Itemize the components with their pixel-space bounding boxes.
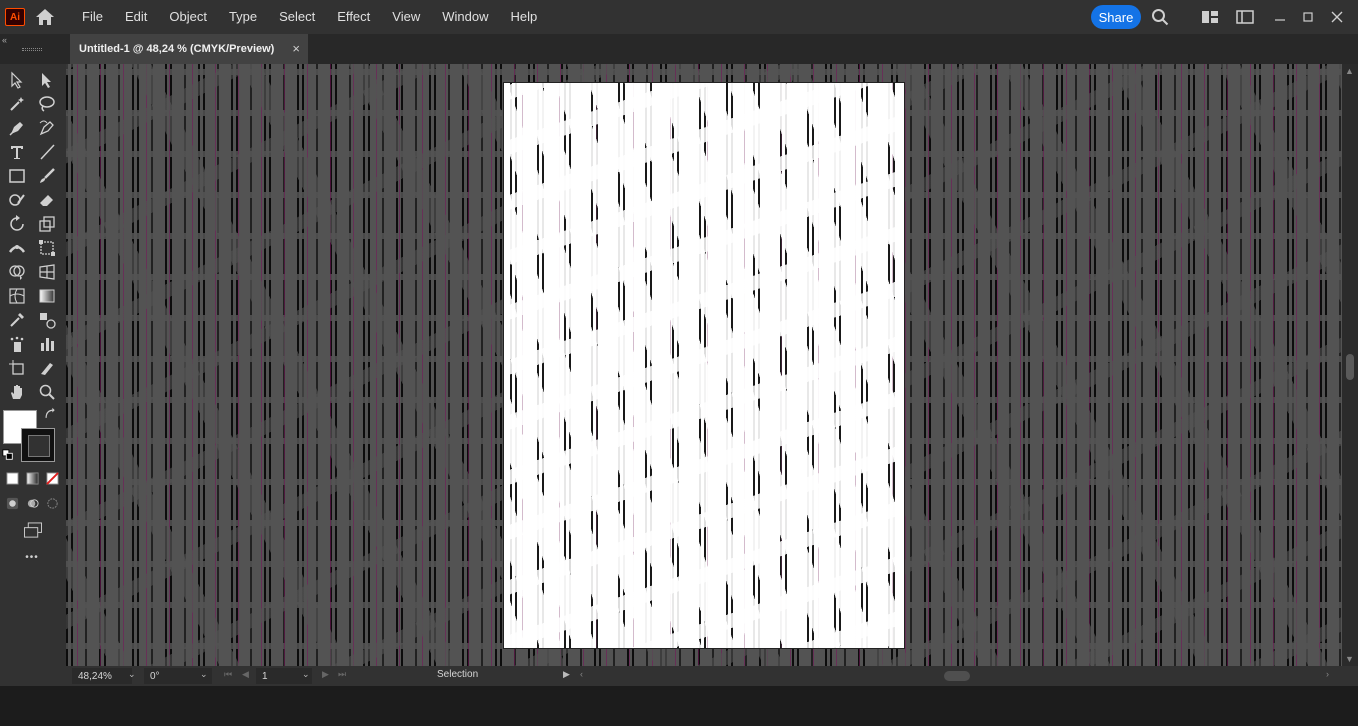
rectangle-tool-icon[interactable] — [6, 165, 28, 187]
color-mode-icon[interactable] — [3, 469, 21, 487]
previous-artboard-icon[interactable]: ◀ — [242, 669, 249, 680]
eyedropper-tool-icon[interactable] — [6, 309, 28, 331]
illustrator-logo: Ai — [5, 8, 25, 26]
status-bar: 48,24% ⌄ 0° ⌄ ⏮ ◀ 1 ⌄ ▶ ⏭ Selection ▶ ‹ … — [66, 666, 1358, 686]
minimize-button[interactable] — [1270, 7, 1290, 27]
scale-tool-icon[interactable] — [36, 213, 58, 235]
horizontal-scrollbar[interactable] — [584, 670, 1336, 682]
close-window-button[interactable] — [1327, 7, 1347, 27]
menu-window[interactable]: Window — [431, 0, 499, 34]
arrange-documents-button[interactable] — [1200, 7, 1220, 27]
menu-view[interactable]: View — [381, 0, 431, 34]
pen-tool-icon[interactable] — [6, 117, 28, 139]
menu-edit[interactable]: Edit — [114, 0, 158, 34]
artboard-pattern-layer — [504, 83, 904, 648]
workspace-icon — [1236, 10, 1254, 24]
canvas[interactable] — [66, 64, 1342, 666]
menu-select[interactable]: Select — [268, 0, 326, 34]
selection-tool-icon[interactable] — [6, 69, 28, 91]
home-button[interactable] — [33, 5, 57, 29]
minimize-icon — [1275, 19, 1285, 21]
taskbar-area — [0, 686, 1358, 726]
width-tool-icon[interactable] — [6, 237, 28, 259]
maximize-button[interactable] — [1298, 7, 1318, 27]
menu-type[interactable]: Type — [218, 0, 268, 34]
zoom-dropdown-icon[interactable]: ⌄ — [128, 669, 136, 680]
draw-normal-icon[interactable] — [3, 494, 21, 512]
direct-selection-tool-icon[interactable] — [36, 69, 58, 91]
first-artboard-icon[interactable]: ⏮ — [224, 669, 232, 680]
rotation-value: 0° — [150, 670, 160, 682]
vertical-scroll-thumb[interactable] — [1346, 354, 1354, 380]
artboard-dropdown-icon[interactable]: ⌄ — [302, 669, 310, 680]
close-icon — [1331, 11, 1343, 23]
workspace-switcher-button[interactable] — [1235, 7, 1255, 27]
gradient-tool-icon[interactable] — [36, 285, 58, 307]
eraser-tool-icon[interactable] — [36, 189, 58, 211]
magic-wand-tool-icon[interactable] — [6, 93, 28, 115]
search-button[interactable] — [1150, 7, 1170, 27]
home-icon — [36, 9, 54, 25]
shaper-tool-icon[interactable] — [6, 189, 28, 211]
menu-effect[interactable]: Effect — [326, 0, 381, 34]
draw-behind-icon[interactable] — [23, 494, 41, 512]
panel-grip[interactable] — [22, 48, 42, 51]
curvature-tool-icon[interactable] — [36, 117, 58, 139]
menu-bar: Ai File Edit Object Type Select Effect V… — [0, 0, 1358, 34]
maximize-icon — [1303, 12, 1313, 22]
vertical-scrollbar[interactable]: ▲ ▼ — [1342, 64, 1358, 666]
stroke-color-swatch[interactable] — [21, 428, 55, 462]
close-tab-icon[interactable]: × — [292, 42, 300, 56]
menu-help[interactable]: Help — [499, 0, 548, 34]
artboard-number-value: 1 — [262, 670, 268, 682]
artboard[interactable] — [504, 83, 904, 648]
scroll-up-icon[interactable]: ▲ — [1345, 66, 1354, 76]
slice-tool-icon[interactable] — [36, 357, 58, 379]
screen-mode-icon[interactable] — [20, 519, 46, 541]
menu-object[interactable]: Object — [158, 0, 218, 34]
search-icon — [1152, 9, 1169, 26]
mesh-tool-icon[interactable] — [6, 285, 28, 307]
collapse-panels-icon[interactable]: « — [2, 35, 7, 45]
symbol-sprayer-tool-icon[interactable] — [6, 333, 28, 355]
default-fill-stroke-icon[interactable] — [1, 448, 15, 462]
document-tab[interactable]: Untitled-1 @ 48,24 % (CMYK/Preview) × — [70, 34, 308, 64]
edit-toolbar-icon[interactable]: ••• — [20, 549, 44, 565]
lasso-tool-icon[interactable] — [36, 93, 58, 115]
status-menu-icon[interactable]: ▶ — [563, 669, 570, 680]
swap-fill-stroke-icon[interactable] — [42, 406, 58, 422]
rotation-dropdown-icon[interactable]: ⌄ — [200, 669, 208, 680]
document-tab-bar: « Untitled-1 @ 48,24 % (CMYK/Preview) × — [0, 34, 1358, 64]
share-button[interactable]: Share — [1091, 5, 1141, 29]
arrange-documents-icon — [1202, 11, 1218, 23]
zoom-tool-icon[interactable] — [36, 381, 58, 403]
zoom-level-field[interactable]: 48,24% — [72, 668, 132, 684]
none-mode-icon[interactable] — [43, 469, 61, 487]
shape-builder-tool-icon[interactable] — [6, 261, 28, 283]
blend-tool-icon[interactable] — [36, 309, 58, 331]
tools-panel: ••• — [0, 64, 66, 686]
horizontal-scroll-thumb[interactable] — [944, 671, 970, 681]
free-transform-tool-icon[interactable] — [36, 237, 58, 259]
hand-tool-icon[interactable] — [6, 381, 28, 403]
scroll-left-icon[interactable]: ‹ — [580, 669, 583, 679]
column-graph-tool-icon[interactable] — [36, 333, 58, 355]
line-segment-tool-icon[interactable] — [36, 141, 58, 163]
gradient-mode-icon[interactable] — [23, 469, 41, 487]
last-artboard-icon[interactable]: ⏭ — [338, 669, 346, 680]
perspective-grid-tool-icon[interactable] — [36, 261, 58, 283]
menu-file[interactable]: File — [71, 0, 114, 34]
type-tool-icon[interactable] — [6, 141, 28, 163]
scroll-down-icon[interactable]: ▼ — [1345, 654, 1354, 664]
rotate-tool-icon[interactable] — [6, 213, 28, 235]
artboard-tool-icon[interactable] — [6, 357, 28, 379]
zoom-level-value: 48,24% — [78, 670, 112, 682]
scroll-right-icon[interactable]: › — [1326, 669, 1329, 679]
document-tab-title: Untitled-1 @ 48,24 % (CMYK/Preview) — [79, 43, 275, 55]
next-artboard-icon[interactable]: ▶ — [322, 669, 329, 680]
main-menu: File Edit Object Type Select Effect View… — [71, 0, 548, 34]
draw-inside-icon[interactable] — [43, 494, 61, 512]
paintbrush-tool-icon[interactable] — [36, 165, 58, 187]
current-tool-label[interactable]: Selection — [437, 669, 478, 680]
